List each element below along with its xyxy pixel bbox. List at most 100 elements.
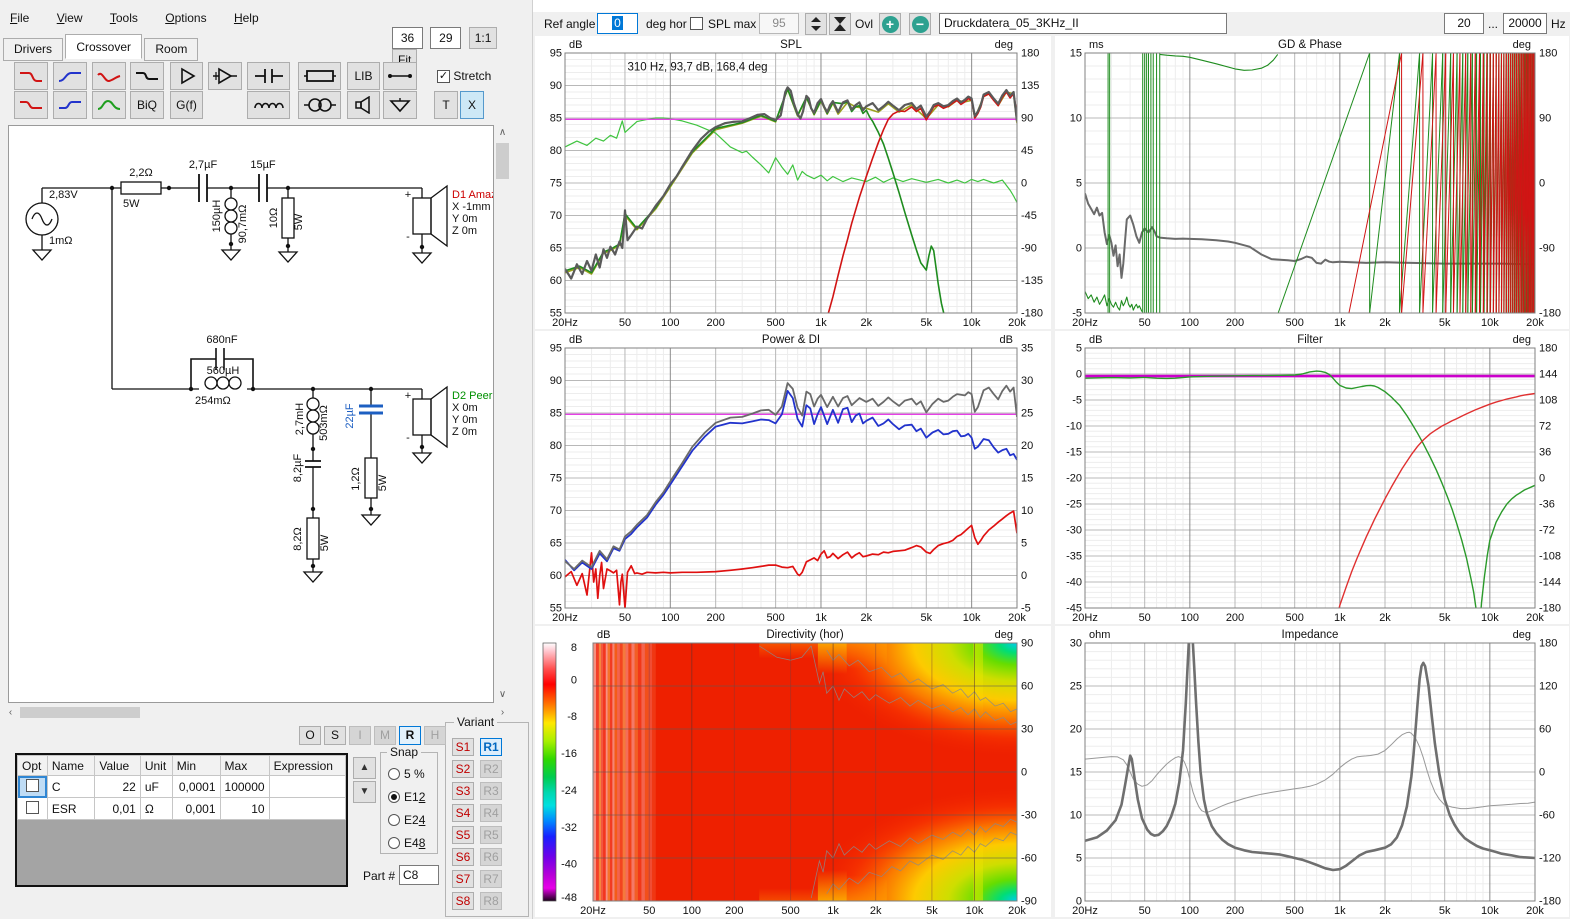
component-parameter-table[interactable]: OptNameValueUnitMinMaxExpressionC22uF0,0…: [15, 753, 348, 887]
freq-min-input[interactable]: 20: [1444, 13, 1484, 34]
schematic-hscrollbar[interactable]: ‹ ›: [2, 705, 511, 720]
tab-crossover[interactable]: Crossover: [65, 34, 142, 59]
part-number-input[interactable]: C8: [399, 865, 439, 885]
overlay-remove-button[interactable]: −: [909, 13, 931, 35]
resistor-button[interactable]: [298, 62, 341, 90]
chart-spl[interactable]: SPLdBdeg95908580757065605518013590450-45…: [535, 36, 1051, 329]
stretch-option[interactable]: ✓ Stretch: [437, 69, 491, 83]
value-up-button[interactable]: ▲: [353, 757, 376, 779]
radio-icon[interactable]: [388, 768, 400, 780]
schematic-vscrollbar[interactable]: ∧ ∨: [494, 125, 511, 703]
spl-max-input[interactable]: 95: [759, 13, 799, 34]
unit-cell[interactable]: Ω: [140, 798, 172, 820]
expression-cell[interactable]: [269, 798, 345, 820]
shelf-block-button[interactable]: [130, 62, 164, 90]
min-cell[interactable]: 0,0001: [172, 776, 220, 798]
lowpass-block-button[interactable]: [14, 62, 48, 90]
value-cell[interactable]: 22: [95, 776, 140, 798]
delete-tool-button[interactable]: X: [460, 91, 484, 119]
expression-cell[interactable]: [269, 776, 345, 798]
lowshelf-block-button[interactable]: [14, 91, 48, 119]
spl-max-checkbox[interactable]: [690, 17, 703, 30]
capacitor-button[interactable]: [247, 62, 290, 90]
snap-option-e24[interactable]: E24: [388, 813, 425, 827]
autoscale-button[interactable]: [829, 13, 851, 35]
value-down-button[interactable]: ▼: [353, 781, 376, 803]
menu-file[interactable]: File: [10, 11, 29, 25]
min-cell[interactable]: 0,001: [172, 798, 220, 820]
buffer-amp-button[interactable]: [208, 62, 242, 90]
stretch-checkbox[interactable]: ✓: [437, 70, 450, 83]
highshelf-block-button[interactable]: [53, 91, 87, 119]
gain-function-button[interactable]: G(f): [170, 91, 203, 119]
ground-button[interactable]: [383, 91, 417, 119]
library-button[interactable]: LIB: [347, 62, 380, 90]
menu-view[interactable]: View: [57, 11, 83, 25]
variant-s5-button[interactable]: S5: [452, 826, 474, 844]
variant-r1-button[interactable]: R1: [480, 738, 502, 756]
spl-max-spinner[interactable]: [805, 13, 827, 35]
chart-gd-canvas[interactable]: GD & Phasemsdeg151050-5180900-90-18020Hz…: [1055, 36, 1569, 329]
transformer-button[interactable]: [298, 91, 341, 119]
mode-button-r[interactable]: R: [399, 726, 421, 745]
variant-s2-button[interactable]: S2: [452, 760, 474, 778]
chart-impedance[interactable]: Impedanceohmdeg302520151050180120600-60-…: [1055, 626, 1569, 917]
bandpass-block-button[interactable]: [92, 62, 126, 90]
chart-directivity[interactable]: Directivity (hor)dBdeg9060300-30-60-9020…: [535, 626, 1051, 917]
variant-s8-button[interactable]: S8: [452, 892, 474, 910]
table-row[interactable]: C22uF0,0001100000: [18, 776, 346, 798]
scroll-left-icon[interactable]: ‹: [4, 707, 17, 718]
mode-button-o[interactable]: O: [299, 726, 321, 745]
radio-icon[interactable]: [388, 791, 400, 803]
chart-dir-canvas[interactable]: Directivity (hor)dBdeg9060300-30-60-9020…: [535, 626, 1051, 917]
amplifier-button[interactable]: [170, 62, 203, 90]
highpass-block-button[interactable]: [53, 62, 87, 90]
overlay-add-button[interactable]: +: [879, 13, 901, 35]
scroll-right-icon[interactable]: ›: [496, 707, 509, 718]
table-row[interactable]: ESR0,01Ω0,00110: [18, 798, 346, 820]
radio-icon[interactable]: [388, 837, 400, 849]
ref-angle-input[interactable]: 0: [597, 13, 638, 34]
chart-gd-phase[interactable]: GD & Phasemsdeg151050-5180900-90-18020Hz…: [1055, 36, 1569, 329]
overlay-name-input[interactable]: Druckdatera_05_3KHz_II: [939, 13, 1227, 34]
snap-option-e48[interactable]: E48: [388, 836, 425, 850]
opt-cell[interactable]: [18, 798, 48, 820]
scroll-up-icon[interactable]: ∧: [494, 127, 511, 138]
opt-cell[interactable]: [18, 776, 48, 798]
variant-s4-button[interactable]: S4: [452, 804, 474, 822]
inductor-button[interactable]: [247, 91, 290, 119]
opt-checkbox[interactable]: [26, 801, 39, 814]
hscroll-thumb[interactable]: [20, 707, 140, 718]
name-cell[interactable]: C: [47, 776, 94, 798]
menu-options[interactable]: Options: [165, 11, 206, 25]
peak-eq-block-button[interactable]: [92, 91, 126, 119]
wire-button[interactable]: [383, 62, 417, 90]
variant-s3-button[interactable]: S3: [452, 782, 474, 800]
chart-power-di[interactable]: Power & DIdBdB95908580757065605535302520…: [535, 331, 1051, 624]
name-cell[interactable]: ESR: [47, 798, 94, 820]
chart-spl-canvas[interactable]: SPLdBdeg95908580757065605518013590450-45…: [535, 36, 1051, 329]
text-tool-button[interactable]: T: [434, 91, 458, 119]
variant-s7-button[interactable]: S7: [452, 870, 474, 888]
opt-checkbox[interactable]: [26, 779, 39, 792]
snap-option-5[interactable]: 5 %: [388, 767, 425, 781]
mode-button-s[interactable]: S: [324, 726, 346, 745]
biquad-button[interactable]: BiQ: [130, 91, 164, 119]
freq-max-input[interactable]: 20000: [1503, 13, 1547, 34]
radio-icon[interactable]: [388, 814, 400, 826]
variant-s6-button[interactable]: S6: [452, 848, 474, 866]
value-cell[interactable]: 0,01: [95, 798, 140, 820]
scroll-down-icon[interactable]: ∨: [494, 689, 511, 700]
vscroll-thumb[interactable]: [496, 143, 509, 179]
speaker-button[interactable]: [347, 91, 380, 119]
chart-imp-canvas[interactable]: Impedanceohmdeg302520151050180120600-60-…: [1055, 626, 1569, 917]
unit-cell[interactable]: uF: [140, 776, 172, 798]
chart-filter[interactable]: FilterdBdeg50-5-10-15-20-25-30-35-40-451…: [1055, 331, 1569, 624]
menu-tools[interactable]: Tools: [110, 11, 138, 25]
max-cell[interactable]: 100000: [220, 776, 269, 798]
variant-s1-button[interactable]: S1: [452, 738, 474, 756]
chart-filter-canvas[interactable]: FilterdBdeg50-5-10-15-20-25-30-35-40-451…: [1055, 331, 1569, 624]
tab-room[interactable]: Room: [144, 38, 198, 61]
grid-width-input[interactable]: 36: [392, 27, 423, 49]
max-cell[interactable]: 10: [220, 798, 269, 820]
